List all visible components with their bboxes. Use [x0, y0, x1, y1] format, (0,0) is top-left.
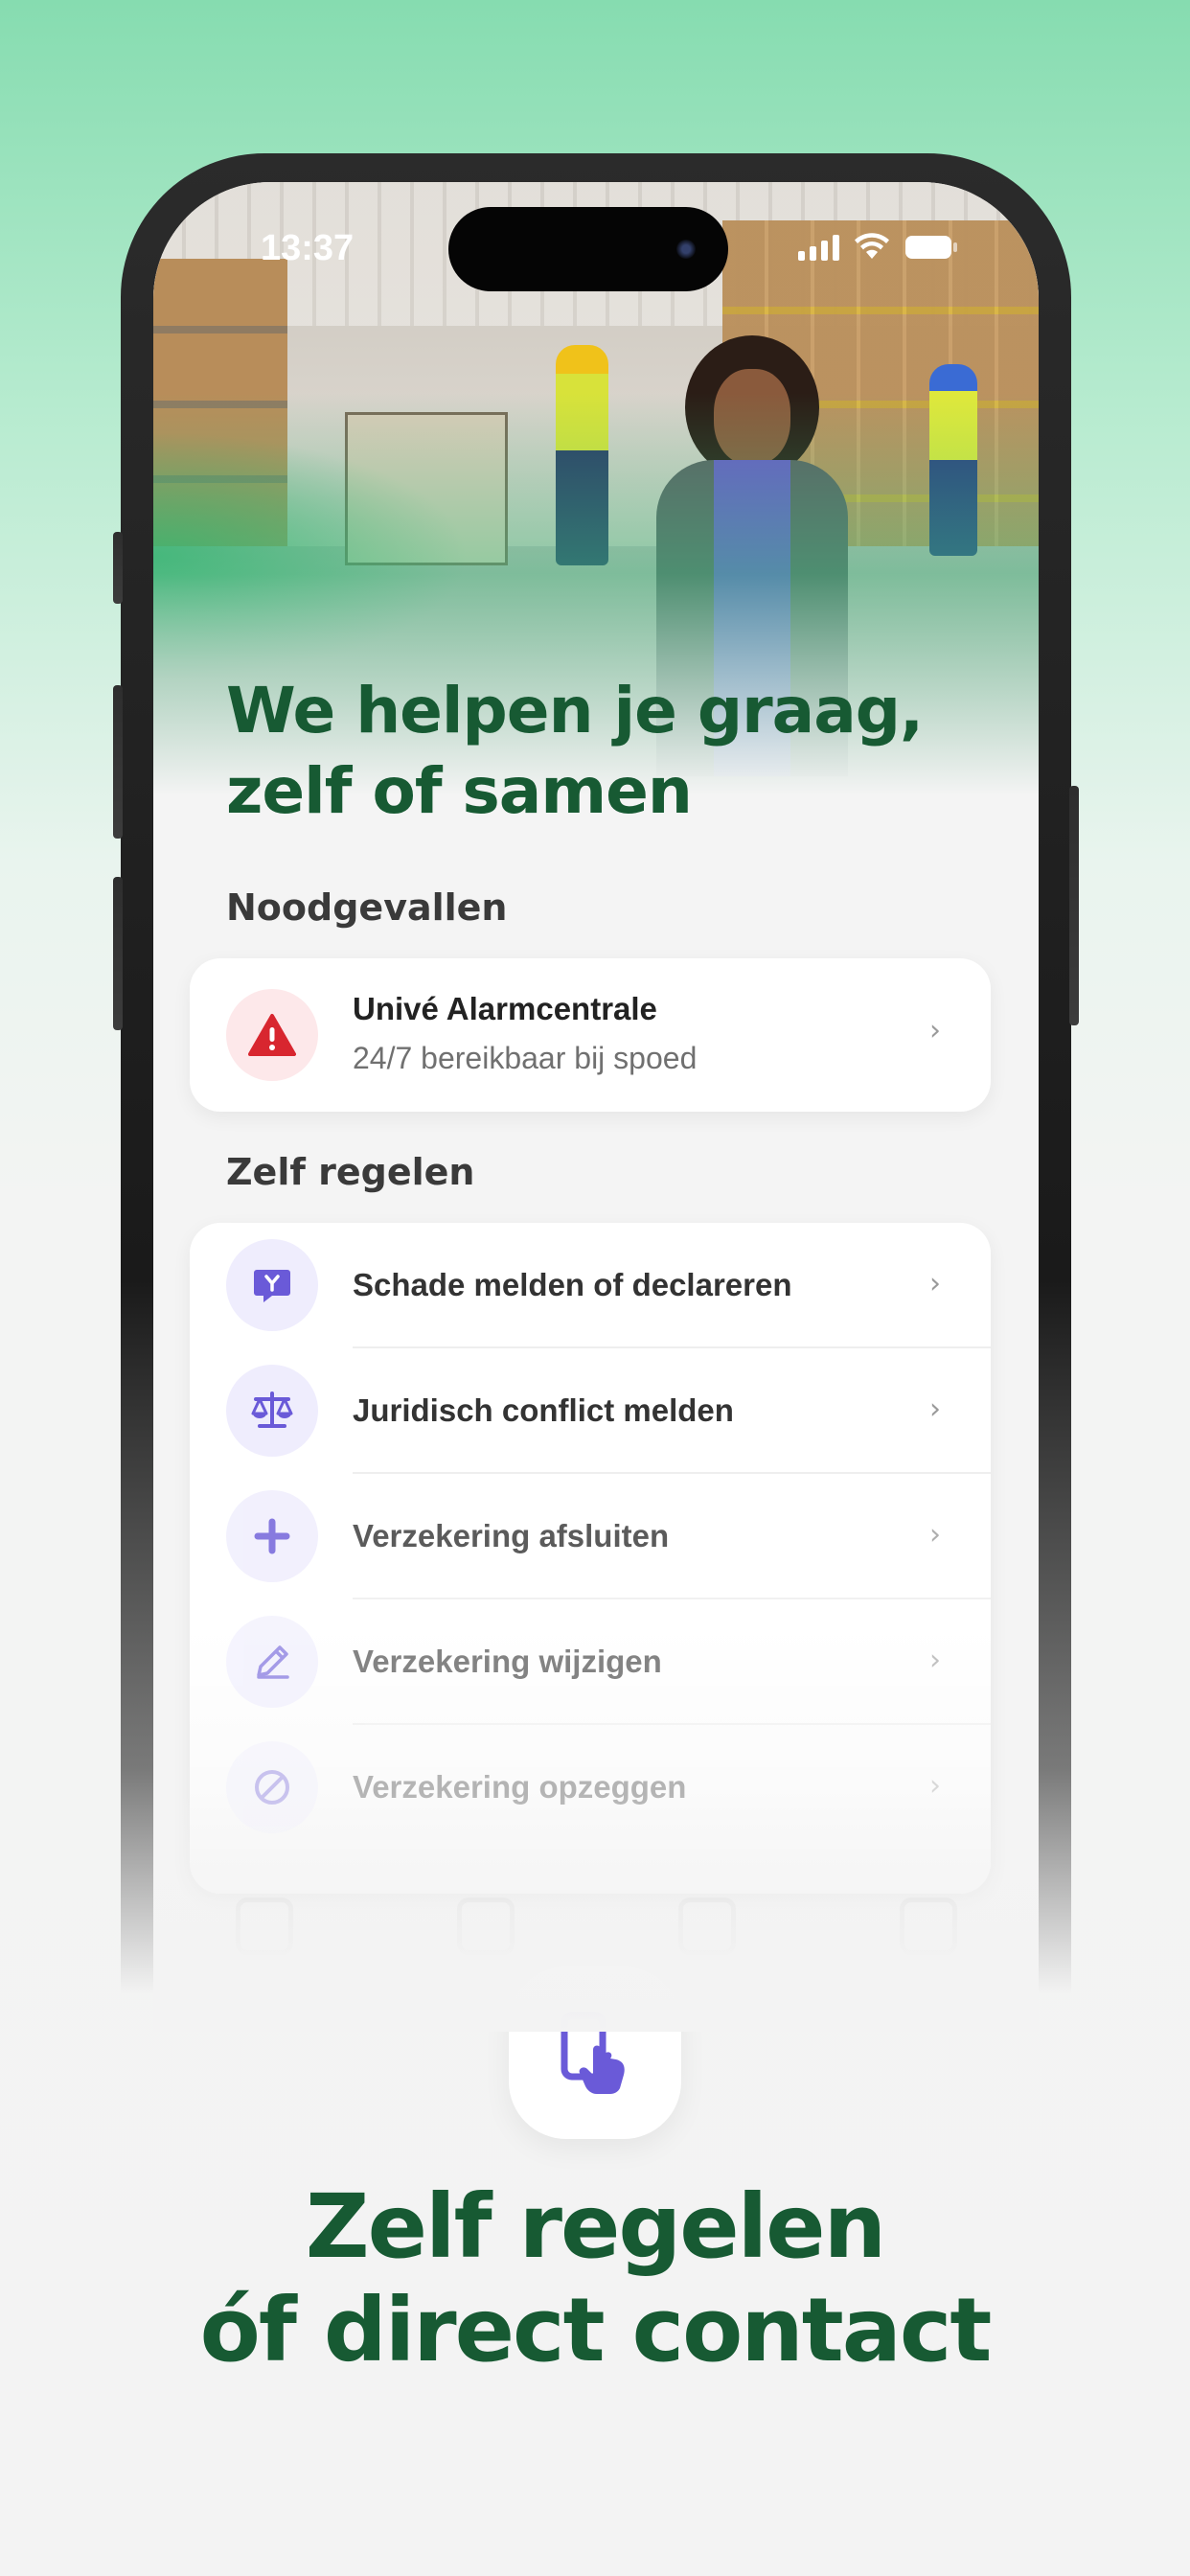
cancel-icon [226, 1741, 318, 1833]
page-title: We helpen je graag, zelf of samen [226, 674, 924, 828]
tab-products-icon[interactable] [456, 1898, 515, 1955]
pencil-icon [226, 1616, 318, 1708]
status-bar-time: 13:37 [261, 228, 355, 268]
warning-icon [226, 989, 318, 1081]
scale-icon [226, 1365, 318, 1457]
list-item-claim[interactable]: Schade melden of declareren › [190, 1223, 991, 1348]
phone-volume-down-button [113, 877, 123, 1030]
alarmcentrale-title: Univé Alarmcentrale [353, 991, 657, 1026]
list-item-legal-conflict[interactable]: Juridisch conflict melden › [190, 1348, 991, 1474]
tab-help-icon[interactable] [677, 1898, 736, 1955]
list-item-label: Verzekering wijzigen [353, 1644, 662, 1679]
tab-profile-icon[interactable] [899, 1898, 957, 1955]
list-item-label: Juridisch conflict melden [353, 1392, 734, 1428]
section-title-self-service: Zelf regelen [226, 1151, 475, 1193]
battery-icon [904, 234, 958, 261]
tab-home-icon[interactable] [235, 1898, 293, 1955]
alarmcentrale-card[interactable]: Univé Alarmcentrale 24/7 bereikbaar bij … [190, 958, 991, 1112]
cellular-signal-icon [798, 234, 839, 261]
dynamic-island [448, 207, 728, 291]
promo-tagline: Zelf regelen óf direct contact [199, 2175, 993, 2381]
app-screen: 13:37 We helpen je graag, zelf of samen … [153, 182, 1039, 2032]
front-camera-icon [676, 240, 696, 259]
chevron-right-icon: › [929, 1014, 941, 1047]
alarmcentrale-subtitle: 24/7 bereikbaar bij spoed [353, 1041, 698, 1075]
list-item-take-insurance[interactable]: Verzekering afsluiten › [190, 1474, 991, 1599]
list-item-change-insurance[interactable]: Verzekering wijzigen › [190, 1599, 991, 1725]
chevron-right-icon: › [929, 1769, 941, 1803]
section-title-emergency: Noodgevallen [226, 886, 508, 929]
chevron-right-icon: › [929, 1644, 941, 1677]
list-item-label: Verzekering afsluiten [353, 1518, 670, 1553]
claim-icon [226, 1239, 318, 1331]
chevron-right-icon: › [929, 1392, 941, 1426]
bottom-tab-bar [153, 1898, 1039, 1974]
chevron-right-icon: › [929, 1518, 941, 1552]
list-item-cancel-insurance[interactable]: Verzekering opzeggen › [190, 1725, 991, 1851]
phone-action-button [113, 532, 123, 604]
wifi-icon [853, 232, 891, 261]
plus-icon [226, 1490, 318, 1582]
list-item-label: Schade melden of declareren [353, 1267, 792, 1302]
phone-power-button [1069, 786, 1079, 1025]
phone-mockup: 13:37 We helpen je graag, zelf of samen … [113, 153, 1079, 2032]
phone-tap-icon [509, 1966, 681, 2139]
self-service-list: Schade melden of declareren › Juridisch … [190, 1223, 991, 1894]
chevron-right-icon: › [929, 1267, 941, 1300]
status-bar-icons [798, 232, 958, 261]
phone-volume-up-button [113, 685, 123, 839]
list-item-label: Verzekering opzeggen [353, 1769, 687, 1805]
